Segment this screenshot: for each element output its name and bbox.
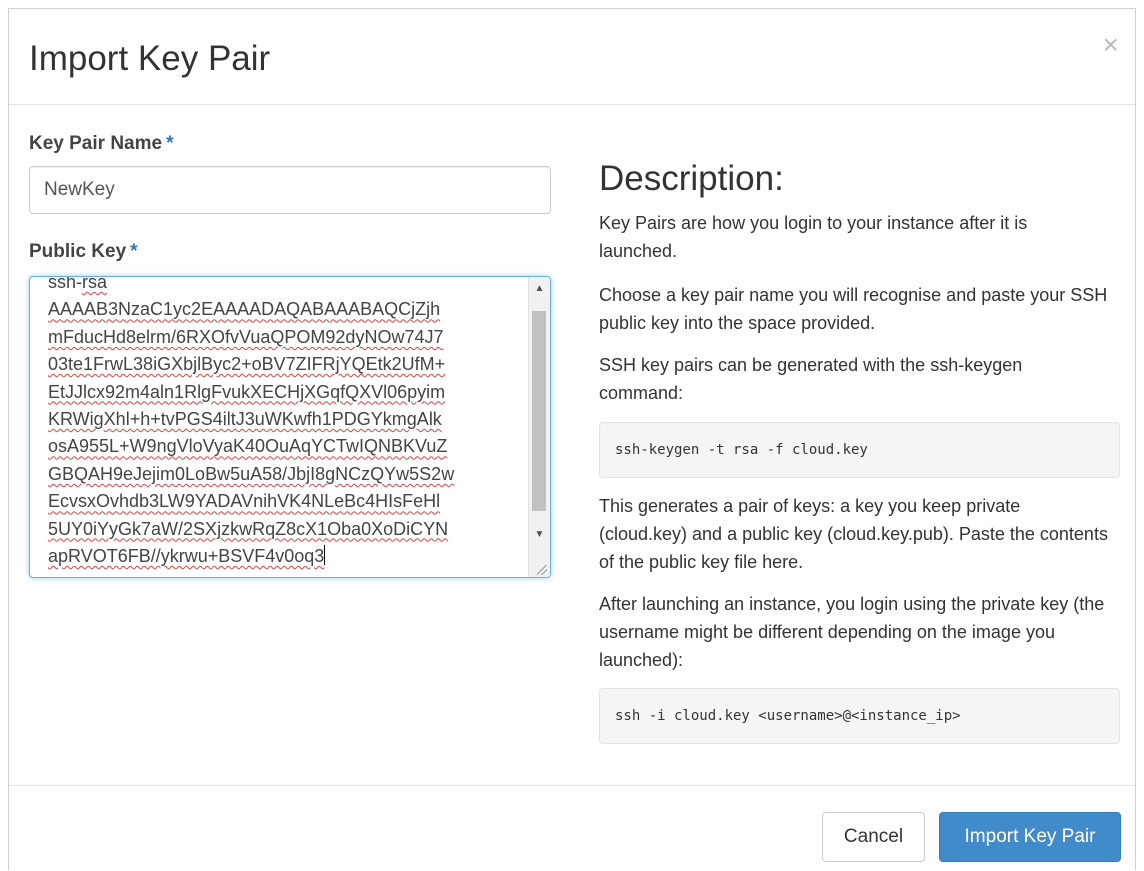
public-key-line: ssh-rsa bbox=[48, 276, 520, 296]
public-key-label-text: Public Key bbox=[29, 241, 127, 262]
description-paragraph: Key Pairs are how you login to your inst… bbox=[599, 213, 1028, 261]
required-asterisk: * bbox=[166, 133, 174, 154]
public-key-line: KRWigXhl+h+tvPGS4iltJ3uWKwfh1PDGYkmgAlk bbox=[48, 409, 442, 430]
public-key-line: 03te1FrwL38iGXbjlByc2+oBV7ZIFRjYQEtk2UfM… bbox=[48, 354, 446, 375]
textarea-scrollbar[interactable]: ▲ ▼ bbox=[528, 277, 550, 577]
public-key-textarea[interactable]: ssh-rsa AAAAB3NzaC1yc2EAAAADAQABAAABAQCjZ… bbox=[29, 276, 551, 578]
key-pair-name-label-text: Key Pair Name bbox=[29, 133, 163, 154]
dialog-header: Import Key Pair × bbox=[9, 9, 1135, 105]
public-key-line: mFducHd8elrm/6RXOfvVuaQPOM92dyNOw74J7 bbox=[48, 326, 444, 347]
public-key-label: Public Key * bbox=[29, 241, 138, 263]
public-key-line: 5UY0iYyGk7aW/2SXjzkwRqZ8cX1Oba0XoDiCYN bbox=[48, 518, 449, 539]
dialog-title: Import Key Pair bbox=[29, 39, 271, 78]
public-key-line: EtJJlcx92m4aln1RlgFvukXECHjXGqfQXVl06pyi… bbox=[48, 381, 446, 402]
public-key-line-sq: rsa bbox=[82, 276, 108, 292]
public-key-line: EcvsxOvhdb3LW9YADAVnihVK4NLeBc4HIsFeHl bbox=[48, 491, 441, 512]
description-paragraph: This generates a pair of keys: a key you… bbox=[599, 496, 1108, 572]
public-key-line: GBQAH9eJejim0LoBw5uA58/JbjI8gNCzQYw5S2w bbox=[48, 463, 455, 484]
description-paragraph: After launching an instance, you login u… bbox=[599, 594, 1105, 670]
public-key-line: osA955L+W9ngVloVyaK40OuAqYCTwIQNBKVuZ bbox=[48, 436, 448, 457]
cancel-button[interactable]: Cancel bbox=[822, 812, 925, 862]
public-key-last-line: apRVOT6FB//ykrwu+BSVF4v0oq3 bbox=[48, 543, 520, 570]
code-block-ssh-login: ssh -i cloud.key <username>@<instance_ip… bbox=[599, 688, 1120, 744]
public-key-line: apRVOT6FB//ykrwu+BSVF4v0oq3 bbox=[48, 546, 325, 567]
scroll-down-arrow-icon[interactable]: ▼ bbox=[529, 525, 550, 545]
scrollbar-thumb[interactable] bbox=[532, 311, 546, 511]
close-icon[interactable]: × bbox=[1103, 31, 1119, 59]
description-paragraph: Choose a key pair name you will recognis… bbox=[599, 285, 1108, 333]
key-pair-name-input[interactable]: NewKey bbox=[29, 166, 551, 214]
resize-handle-icon[interactable] bbox=[537, 565, 547, 575]
public-key-text: ssh-rsa AAAAB3NzaC1yc2EAAAADAQABAAABAQCjZ… bbox=[48, 276, 520, 570]
public-key-line: AAAAB3NzaC1yc2EAAAADAQABAAABAQCjZjh bbox=[48, 299, 441, 320]
scroll-up-arrow-icon[interactable]: ▲ bbox=[529, 279, 550, 299]
dialog-footer: Cancel Import Key Pair bbox=[9, 785, 1135, 871]
required-asterisk: * bbox=[130, 241, 138, 262]
key-pair-name-label: Key Pair Name * bbox=[29, 133, 173, 155]
import-key-pair-dialog: Import Key Pair × Key Pair Name * NewKey … bbox=[8, 8, 1136, 870]
description-title: Description: bbox=[599, 159, 784, 198]
import-key-pair-button[interactable]: Import Key Pair bbox=[939, 812, 1121, 862]
description-paragraph: SSH key pairs can be generated with the … bbox=[599, 355, 1023, 403]
code-block-keygen: ssh-keygen -t rsa -f cloud.key bbox=[599, 422, 1120, 478]
text-caret bbox=[324, 545, 326, 566]
